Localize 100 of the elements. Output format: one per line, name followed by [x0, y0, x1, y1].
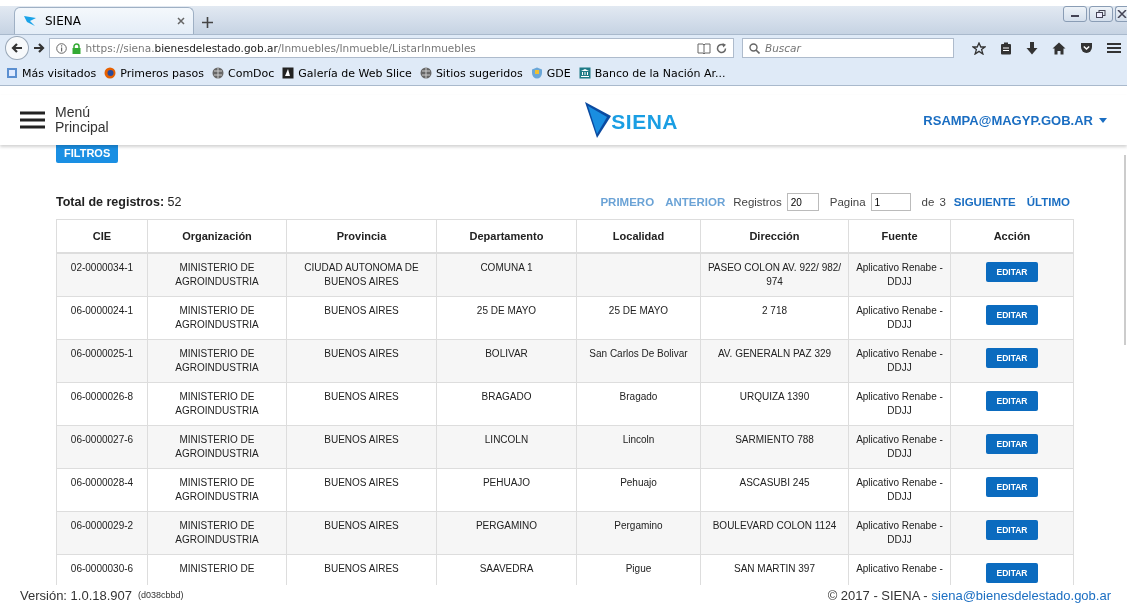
download-icon[interactable]	[1026, 41, 1038, 55]
table-cell: BOULEVARD COLON 1124	[712, 519, 837, 533]
logo-icon	[585, 102, 612, 138]
lock-icon	[71, 42, 81, 54]
table-cell-text: MINISTERIO DE AGROINDUSTRIA	[174, 261, 260, 289]
table-cell: BOLIVAR	[485, 347, 528, 361]
table-cell: BUENOS AIRES	[324, 476, 399, 490]
table-cell: BUENOS AIRES	[324, 519, 399, 533]
records-label: Registros	[733, 196, 782, 208]
edit-button[interactable]: EDITAR	[986, 434, 1038, 454]
last-page-link[interactable]: ÚLTIMO	[1026, 196, 1070, 208]
forward-icon[interactable]	[32, 42, 45, 54]
bookmark-link[interactable]: GDE	[546, 66, 571, 80]
page-field[interactable]: 1	[870, 193, 911, 211]
table-cell: Aplicativo Renabe -	[856, 562, 943, 576]
table-cell: Pigue	[625, 562, 652, 576]
table-cell: AV. GENERALN PAZ 329	[717, 347, 832, 361]
browser-tab[interactable]: SIENA	[14, 7, 194, 34]
version-text: Versión: 1.0.18.907	[20, 587, 133, 603]
table-cell: PERGAMINO	[475, 519, 538, 533]
filters-button[interactable]: FILTROS	[56, 145, 119, 163]
table-cell: 06-0000029-2	[70, 519, 134, 533]
search-field[interactable]: Buscar	[742, 38, 954, 58]
edit-button[interactable]: EDITAR	[986, 262, 1038, 282]
reader-view-icon[interactable]	[697, 42, 711, 54]
table-cell: BUENOS AIRES	[324, 347, 399, 361]
page-icon	[6, 67, 18, 79]
site-favicon-icon	[23, 15, 37, 27]
bookmark-link[interactable]: Galería de Web Slice	[298, 66, 412, 80]
clipboard-icon[interactable]	[1000, 41, 1012, 55]
edit-button[interactable]: EDITAR	[986, 563, 1038, 583]
table-cell-text: Aplicativo Renabe - DDJJ	[855, 390, 944, 418]
table-cell: 06-0000027-6	[70, 433, 134, 447]
minimize-button[interactable]	[1063, 6, 1087, 22]
table-cell-text: MINISTERIO DE AGROINDUSTRIA	[174, 347, 260, 375]
info-icon	[55, 42, 67, 54]
bookmark-link[interactable]: Sitios sugeridos	[435, 66, 523, 80]
close-button[interactable]	[1115, 6, 1127, 22]
shield-icon	[530, 67, 543, 79]
table-cell: PEHUAJO	[482, 476, 531, 490]
table-cell-text: Aplicativo Renabe - DDJJ	[855, 261, 944, 289]
globe-icon	[419, 67, 432, 79]
restore-button[interactable]	[1089, 6, 1113, 22]
pocket-icon[interactable]	[1080, 42, 1093, 54]
table-cell-text: MINISTERIO DE AGROINDUSTRIA	[174, 304, 260, 332]
table-cell-text: MINISTERIO DE AGROINDUSTRIA	[174, 476, 260, 504]
copyright-text: © 2017 - SIENA -	[827, 587, 928, 603]
table-cell: URQUIZA 1390	[739, 390, 810, 404]
table-cell-text: Aplicativo Renabe - DDJJ	[855, 476, 944, 504]
next-page-link[interactable]: SIGUIENTE	[953, 196, 1016, 208]
edit-button[interactable]: EDITAR	[986, 348, 1038, 368]
bookmark-link[interactable]: Primeros pasos	[120, 66, 204, 80]
user-menu[interactable]: RSAMPA@MAGYP.GOB.AR	[923, 112, 1093, 128]
edit-button[interactable]: EDITAR	[986, 477, 1038, 497]
table-cell: San Carlos De Bolivar	[589, 347, 688, 361]
table-cell-text: PASEO COLON AV. 922/ 982/ 974	[706, 261, 843, 289]
email-link[interactable]: siena@bienesdelestado.gob.ar	[931, 587, 1111, 603]
web-slice-icon	[282, 67, 295, 79]
table-cell: Bragado	[619, 390, 658, 404]
table-cell-text: Aplicativo Renabe - DDJJ	[855, 433, 944, 461]
home-icon[interactable]	[1052, 41, 1066, 55]
bookmark-link[interactable]: Más visitados	[22, 66, 97, 80]
bookmark-link[interactable]: Banco de la Nación Ar...	[594, 66, 726, 80]
table-cell: 06-0000024-1	[70, 304, 134, 318]
table-cell: 25 DE MAYO	[476, 304, 537, 318]
bookmark-link[interactable]: ComDoc	[227, 66, 275, 80]
table-cell: Pehuajo	[620, 476, 657, 490]
menu-label[interactable]: Menú Principal	[55, 105, 115, 135]
table-cell-text: Aplicativo Renabe - DDJJ	[855, 304, 944, 332]
reload-icon[interactable]	[716, 42, 727, 54]
table-cell: 2 718	[762, 304, 787, 318]
page-count: 3	[939, 196, 946, 208]
table-cell: SARMIENTO 788	[735, 433, 814, 447]
table-cell-text: Aplicativo Renabe - DDJJ	[855, 347, 944, 375]
menu-icon[interactable]	[1107, 42, 1121, 54]
records-field[interactable]: 20	[786, 193, 819, 211]
table-cell-text: MINISTERIO DE AGROINDUSTRIA	[174, 519, 260, 547]
table-cell-text: Aplicativo Renabe - DDJJ	[855, 519, 944, 547]
of-label: de	[921, 196, 935, 208]
new-tab-icon[interactable]	[202, 17, 213, 28]
table-cell: BUENOS AIRES	[324, 390, 399, 404]
search-icon	[749, 42, 760, 54]
close-icon[interactable]	[177, 17, 185, 25]
browser-logo-icon	[104, 67, 117, 79]
edit-button[interactable]: EDITAR	[986, 391, 1038, 411]
table-cell: 25 DE MAYO	[608, 304, 669, 318]
table-cell: SAAVEDRA	[479, 562, 534, 576]
back-arrow-icon	[10, 42, 23, 54]
menu-icon[interactable]	[20, 111, 45, 129]
caret-icon[interactable]	[1099, 117, 1107, 123]
app-logo-text: SIENA	[611, 110, 678, 134]
table-cell: 06-0000028-4	[70, 476, 134, 490]
table-cell: BUENOS AIRES	[324, 562, 399, 576]
address-field[interactable]: https://siena.bienesdelestado.gob.ar/Inmuebles/Inmueble/ListarInmuebles	[48, 38, 734, 58]
total-records-text: Total de registros: 52	[56, 195, 183, 209]
star-icon[interactable]	[972, 41, 986, 55]
edit-button[interactable]: EDITAR	[986, 305, 1038, 325]
back-button[interactable]	[5, 36, 29, 60]
edit-button[interactable]: EDITAR	[986, 520, 1038, 540]
restore-icon	[1096, 10, 1106, 18]
